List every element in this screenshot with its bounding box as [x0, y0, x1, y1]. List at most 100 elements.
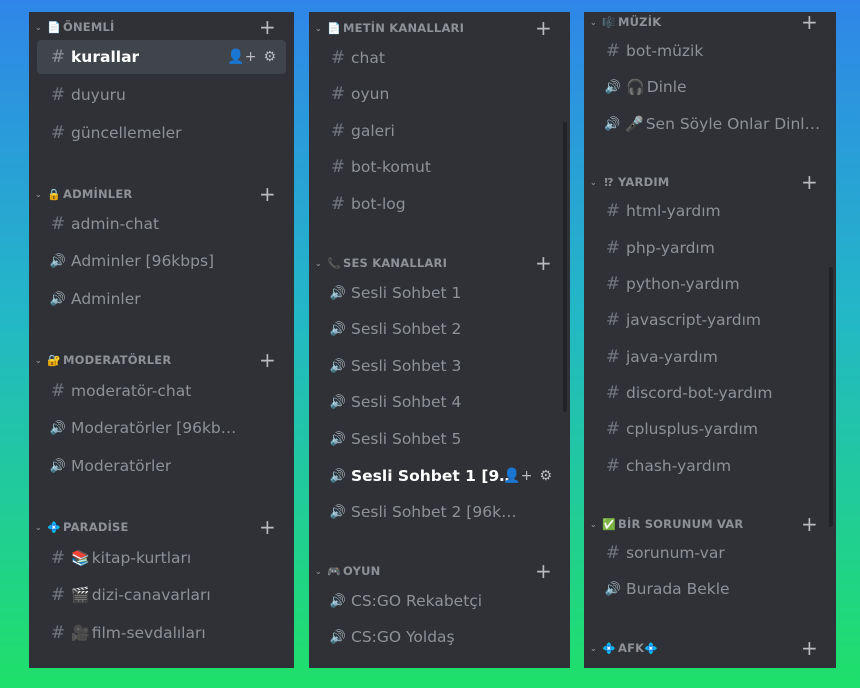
channel-adminler-96kbps[interactable]: 🔊 Adminler [96kbps] — [37, 244, 286, 278]
channel-sesli-sohbet-1-96kbps[interactable]: 🔊 Sesli Sohbet 1 [96kb.. 👤+ ⚙ — [317, 459, 562, 493]
locked-voice-channel-icon: 🔊 — [49, 420, 67, 436]
create-channel-button[interactable]: + — [259, 350, 276, 370]
lock-with-key-emoji-icon: 🔐 — [47, 353, 61, 367]
category-ses-kanallari[interactable]: ⌄ 📞 SES KANALLARI + — [309, 252, 570, 274]
books-emoji-icon: 📚 — [71, 549, 90, 567]
channel-dizi-canavarlari[interactable]: # 🎬 dizi-canavarları — [37, 578, 286, 612]
gear-icon[interactable]: ⚙ — [539, 468, 552, 484]
category-yardim[interactable]: ⌄ ⁉ YARDIM + — [584, 171, 836, 193]
create-channel-button[interactable]: + — [259, 517, 276, 537]
category-label: YARDIM — [618, 175, 670, 189]
text-channel-icon: # — [605, 238, 621, 258]
category-muzik[interactable]: ⌄ 🎼 MÜZİK + — [584, 12, 836, 33]
channel-label: dizi-canavarları — [91, 586, 211, 604]
channel-kitap-kurtlari[interactable]: # 📚 kitap-kurtları — [37, 541, 286, 575]
create-channel-button[interactable]: + — [801, 172, 818, 192]
text-channel-icon: # — [605, 41, 621, 61]
category-metin-kanallari[interactable]: ⌄ 📄 METİN KANALLARI + — [309, 17, 570, 39]
category-label: PARADİSE — [63, 520, 129, 534]
channel-html-yardim[interactable]: # html-yardım — [592, 194, 828, 228]
channel-kurallar[interactable]: # kurallar 👤+ ⚙ — [37, 40, 286, 74]
channel-discord-bot-yardim[interactable]: # discord-bot-yardım — [592, 376, 828, 410]
channel-python-yardim[interactable]: # python-yardım — [592, 267, 828, 301]
text-channel-icon: # — [330, 157, 346, 177]
channel-label: CS:GO Yoldaş — [351, 628, 455, 646]
channel-label: Sesli Sohbet 1 — [351, 284, 462, 302]
channel-adminler[interactable]: 🔊 Adminler — [37, 282, 286, 316]
text-channel-icon: # — [330, 48, 346, 68]
create-channel-button[interactable]: + — [259, 184, 276, 204]
channel-sesli-sohbet-3[interactable]: 🔊 Sesli Sohbet 3 — [317, 349, 562, 383]
text-channel-icon: # — [50, 47, 66, 67]
channel-java-yardim[interactable]: # java-yardım — [592, 340, 828, 374]
category-adminler[interactable]: ⌄ 🔒 ADMİNLER + — [29, 183, 294, 205]
create-channel-button[interactable]: + — [801, 514, 818, 534]
channel-sesli-sohbet-2-96kbps[interactable]: 🔊 Sesli Sohbet 2 [96kbps] — [317, 495, 562, 529]
invite-member-icon[interactable]: 👤+ — [503, 468, 532, 484]
channel-guncellemeler[interactable]: # güncellemeler — [37, 116, 286, 150]
create-channel-button[interactable]: + — [535, 253, 552, 273]
channel-sesli-sohbet-4[interactable]: 🔊 Sesli Sohbet 4 — [317, 385, 562, 419]
channel-bot-log[interactable]: # bot-log — [317, 187, 562, 221]
category-label: SES KANALLARI — [343, 256, 448, 270]
diamond-emoji-icon: 💠 — [644, 641, 659, 655]
channel-film-sevdalilari[interactable]: # 🎥 film-sevdalıları — [37, 616, 286, 650]
category-paradise[interactable]: ⌄ 💠 PARADİSE + — [29, 516, 294, 538]
channel-sesli-sohbet-1[interactable]: 🔊 Sesli Sohbet 1 — [317, 276, 562, 310]
channel-dinle[interactable]: 🔊 🎧 Dinle — [592, 70, 828, 104]
channel-bot-komut[interactable]: # bot-komut — [317, 150, 562, 184]
channel-label: güncellemeler — [71, 124, 182, 142]
channel-sen-soyle-onlar-dinlesin[interactable]: 🔊 🎤 Sen Söyle Onlar Dinlesin — [592, 107, 828, 141]
speaker-icon: 🔊 — [329, 468, 347, 484]
game-controller-emoji-icon: 🎮 — [327, 564, 341, 578]
invite-member-icon[interactable]: 👤+ — [227, 49, 256, 65]
create-channel-button[interactable]: + — [259, 17, 276, 37]
text-channel-icon: # — [605, 347, 621, 367]
channel-label: duyuru — [71, 86, 126, 104]
text-channel-icon: # — [605, 456, 621, 476]
category-moderatorler[interactable]: ⌄ 🔐 MODERATÖRLER + — [29, 349, 294, 371]
channel-sorunum-var[interactable]: # sorunum-var — [592, 536, 828, 570]
channel-label: chat — [351, 49, 385, 67]
category-onemli[interactable]: ⌄ 📄 ÖNEMLİ + — [29, 16, 294, 38]
channel-cplusplus-yardim[interactable]: # cplusplus-yardım — [592, 412, 828, 446]
channel-oyun[interactable]: # oyun — [317, 77, 562, 111]
chevron-down-icon: ⌄ — [35, 522, 42, 532]
channel-galeri[interactable]: # galeri — [317, 114, 562, 148]
category-bir-sorunum-var[interactable]: ⌄ ✅ BİR SORUNUM VAR + — [584, 513, 836, 535]
create-channel-button[interactable]: + — [801, 12, 818, 32]
locked-voice-channel-icon: 🔊 — [49, 291, 67, 307]
create-channel-button[interactable]: + — [801, 638, 818, 658]
channel-duyuru[interactable]: # duyuru — [37, 78, 286, 112]
category-oyun[interactable]: ⌄ 🎮 OYUN + — [309, 560, 570, 582]
channel-csgo-yoldas[interactable]: 🔊 CS:GO Yoldaş — [317, 620, 562, 654]
scrollbar[interactable] — [829, 267, 833, 527]
channel-php-yardim[interactable]: # php-yardım — [592, 231, 828, 265]
channel-moderator-chat[interactable]: # moderatör-chat — [37, 374, 286, 408]
channel-chat[interactable]: # chat — [317, 41, 562, 75]
channel-javascript-yardim[interactable]: # javascript-yardım — [592, 303, 828, 337]
channel-label: Dinle — [646, 78, 687, 96]
create-channel-button[interactable]: + — [535, 561, 552, 581]
channel-admin-chat[interactable]: # admin-chat — [37, 207, 286, 241]
channel-label: sorunum-var — [626, 544, 725, 562]
create-channel-button[interactable]: + — [535, 18, 552, 38]
locked-text-channel-icon: # — [50, 214, 66, 234]
channel-chash-yardim[interactable]: # chash-yardım — [592, 449, 828, 483]
category-afk[interactable]: ⌄ 💠 AFK 💠 + — [584, 637, 836, 659]
gear-icon[interactable]: ⚙ — [263, 49, 276, 65]
speaker-icon: 🔊 — [329, 285, 347, 301]
locked-voice-channel-icon: 🔊 — [49, 458, 67, 474]
channel-bot-muzik[interactable]: # bot-müzik — [592, 34, 828, 68]
channel-burada-bekle[interactable]: 🔊 Burada Bekle — [592, 572, 828, 606]
channel-sesli-sohbet-5[interactable]: 🔊 Sesli Sohbet 5 — [317, 422, 562, 456]
text-channel-icon: # — [50, 123, 66, 143]
category-label: BİR SORUNUM VAR — [618, 517, 744, 531]
channel-label: bot-komut — [351, 158, 431, 176]
channel-label: discord-bot-yardım — [626, 384, 773, 402]
channel-moderatorler[interactable]: 🔊 Moderatörler — [37, 449, 286, 483]
channel-moderatorler-96kbps[interactable]: 🔊 Moderatörler [96kbps] — [37, 411, 286, 445]
channel-sesli-sohbet-2[interactable]: 🔊 Sesli Sohbet 2 — [317, 312, 562, 346]
locked-voice-channel-icon: 🔊 — [49, 253, 67, 269]
channel-csgo-rekabetci[interactable]: 🔊 CS:GO Rekabetçi — [317, 584, 562, 618]
